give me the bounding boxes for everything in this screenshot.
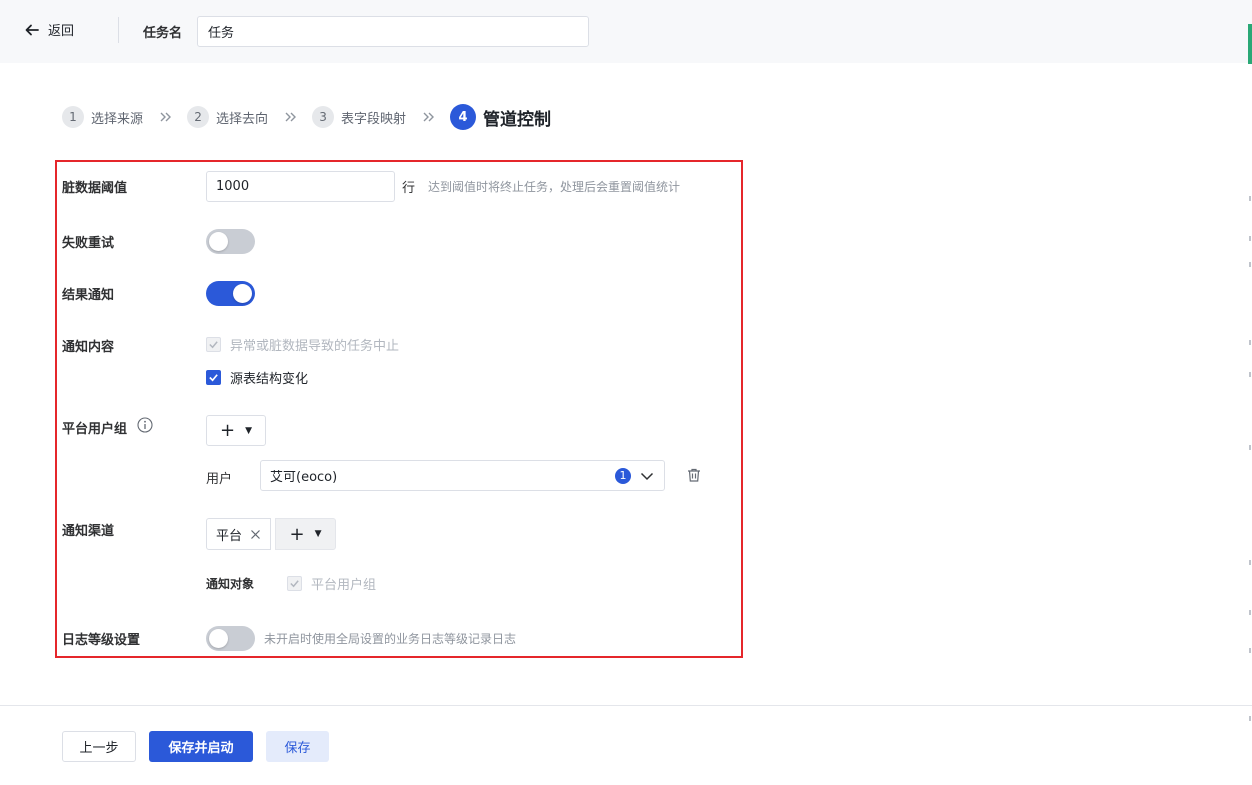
double-chevron-right-icon: [284, 111, 298, 123]
edge-mark: [1249, 236, 1251, 241]
pipeline-control-panel: [55, 160, 743, 658]
result-notify-toggle[interactable]: [206, 281, 255, 306]
caret-down-icon: ▼: [245, 425, 252, 436]
step-indicator: 1 选择来源 2 选择去向 3 表字段映射 4 管道控制: [62, 104, 551, 130]
step-label: 表字段映射: [341, 111, 407, 127]
result-notify-label: 结果通知: [62, 288, 115, 303]
threshold-unit: 行: [402, 181, 416, 196]
step-number: 3: [312, 106, 335, 128]
toggle-knob: [209, 232, 228, 251]
arrow-left-icon: [25, 24, 39, 35]
step-3[interactable]: 3 表字段映射: [312, 106, 406, 128]
back-button[interactable]: 返回: [24, 20, 74, 39]
checkbox-label: 平台用户组: [311, 578, 377, 593]
edge-mark: [1249, 648, 1251, 653]
user-label: 用户: [206, 472, 233, 487]
caret-down-icon: ▼: [314, 529, 322, 539]
prev-step-button[interactable]: 上一步: [62, 731, 136, 762]
step-1[interactable]: 1 选择来源: [62, 106, 143, 128]
checkbox-label: 异常或脏数据导致的任务中止: [230, 339, 400, 354]
fail-retry-toggle[interactable]: [206, 229, 255, 254]
dirty-threshold-label: 脏数据阈值: [62, 181, 128, 196]
chevron-down-icon: [640, 472, 654, 480]
channel-tag-platform: 平台: [206, 518, 271, 550]
check-icon: [209, 341, 218, 349]
edge-mark: [1249, 340, 1251, 345]
notify-target-option: 平台用户组: [287, 574, 376, 593]
save-and-start-button[interactable]: 保存并启动: [149, 731, 253, 762]
back-label: 返回: [48, 24, 75, 39]
step-label: 选择来源: [91, 111, 144, 127]
edge-mark: [1249, 610, 1251, 615]
user-select-suffix: 1: [615, 467, 654, 484]
step-number: 4: [450, 104, 477, 130]
notify-channel-label: 通知渠道: [62, 524, 115, 539]
toggle-knob: [209, 629, 228, 648]
save-button[interactable]: 保存: [266, 731, 329, 762]
plus-icon: +: [289, 523, 305, 545]
step-2[interactable]: 2 选择去向: [187, 106, 268, 128]
trash-icon[interactable]: [686, 467, 702, 483]
step-4-active[interactable]: 4 管道控制: [450, 104, 551, 130]
divider: [118, 17, 119, 43]
dirty-threshold-input[interactable]: 1000: [206, 171, 395, 202]
check-icon: [209, 374, 218, 382]
tag-label: 平台: [216, 528, 243, 544]
log-level-hint: 未开启时使用全局设置的业务日志等级记录日志: [264, 632, 517, 646]
close-icon[interactable]: [250, 529, 261, 540]
checkbox-disabled: [287, 576, 302, 591]
double-chevron-right-icon: [422, 111, 436, 123]
edge-mark: [1249, 716, 1251, 721]
edge-mark: [1249, 196, 1251, 201]
checkbox-label: 源表结构变化: [230, 372, 309, 387]
check-icon: [290, 580, 299, 588]
threshold-hint: 达到阈值时将终止任务，处理后会重置阈值统计: [428, 180, 681, 194]
notify-option-schema-change[interactable]: 源表结构变化: [206, 368, 308, 387]
edge-mark: [1249, 262, 1251, 267]
checkbox-disabled: [206, 337, 221, 352]
add-user-group-button[interactable]: + ▼: [206, 415, 266, 446]
double-chevron-right-icon: [159, 111, 173, 123]
notify-option-abort: 异常或脏数据导致的任务中止: [206, 335, 399, 354]
add-channel-button[interactable]: + ▼: [275, 518, 336, 550]
side-accent: [1248, 24, 1252, 64]
edge-mark: [1249, 560, 1251, 565]
top-bar: 返回 任务名: [0, 0, 1252, 63]
step-number: 1: [62, 106, 84, 128]
step-number: 2: [187, 106, 210, 128]
user-select[interactable]: 艾可(eoco) 1: [260, 460, 665, 491]
user-select-value: 艾可(eoco): [270, 470, 338, 485]
plus-icon: +: [219, 420, 236, 441]
toggle-knob: [233, 284, 252, 303]
step-label: 管道控制: [483, 109, 552, 130]
log-level-label: 日志等级设置: [62, 633, 141, 648]
step-label: 选择去向: [216, 111, 269, 127]
edge-mark: [1249, 445, 1251, 450]
footer-divider: [0, 705, 1252, 706]
task-name-label: 任务名: [143, 26, 183, 41]
notify-target-label: 通知对象: [206, 577, 255, 591]
fail-retry-label: 失败重试: [62, 236, 115, 251]
user-count-badge: 1: [615, 467, 631, 484]
edge-mark: [1249, 372, 1251, 377]
notify-content-label: 通知内容: [62, 340, 115, 355]
task-name-input[interactable]: [197, 16, 589, 47]
info-icon[interactable]: [137, 417, 153, 433]
log-level-toggle[interactable]: [206, 626, 255, 651]
checkbox[interactable]: [206, 370, 221, 385]
platform-user-group-label: 平台用户组: [62, 422, 128, 437]
